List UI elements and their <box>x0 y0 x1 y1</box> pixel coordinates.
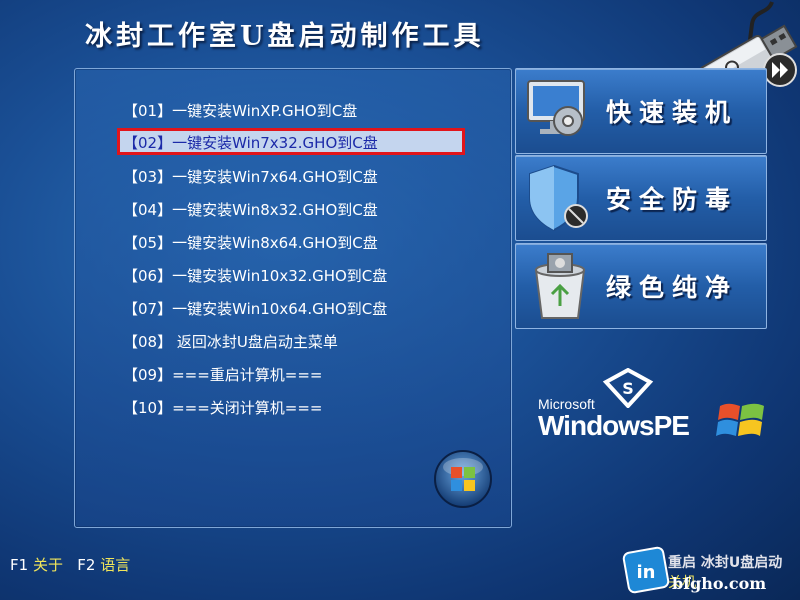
language-hotkey-label[interactable]: 语言 <box>100 556 130 574</box>
restart-label[interactable]: 重启 <box>668 555 696 571</box>
menu-item-08[interactable]: 【08】 返回冰封U盘启动主菜单 <box>123 330 338 354</box>
menu-item-07[interactable]: 【07】一键安装Win10x64.GHO到C盘 <box>123 297 387 321</box>
shield-icon <box>529 164 588 232</box>
antivirus-label: 安全防毒 <box>606 185 739 214</box>
menu-item-05[interactable]: 【05】一键安装Win8x64.GHO到C盘 <box>123 231 378 255</box>
windowspe-logo: S Microsoft WindowsPE <box>538 368 778 458</box>
windowspe-text: WindowsPE <box>538 410 690 441</box>
footer-hotkeys: F1 关于 F2 语言 <box>10 554 130 575</box>
quick-install-button[interactable]: 快速装机 <box>515 68 767 154</box>
watermark-site: bfgho.com <box>672 574 767 593</box>
menu-item-02[interactable]: 【02】一键安装Win7x32.GHO到C盘 <box>119 131 465 155</box>
pe-emblem-icon: S <box>602 368 654 408</box>
boot-menu-panel: 【01】一键安装WinXP.GHO到C盘 【02】一键安装Win7x32.GHO… <box>74 68 512 528</box>
app-title: 冰封工作室U盘启动制作工具 <box>85 21 485 52</box>
about-hotkey-label[interactable]: 关于 <box>33 556 63 574</box>
menu-item-01[interactable]: 【01】一键安装WinXP.GHO到C盘 <box>123 99 357 123</box>
recycle-bin-icon <box>534 253 586 319</box>
menu-item-09[interactable]: 【09】===重启计算机=== <box>123 363 323 387</box>
f2-key: F2 <box>77 556 96 574</box>
antivirus-button[interactable]: 安全防毒 <box>515 155 767 241</box>
computer-gear-icon <box>527 80 585 136</box>
menu-item-03[interactable]: 【03】一键安装Win7x64.GHO到C盘 <box>123 165 378 189</box>
svg-text:in: in <box>637 562 656 583</box>
menu-item-04[interactable]: 【04】一键安装Win8x32.GHO到C盘 <box>123 198 378 222</box>
menu-item-06[interactable]: 【06】一键安装Win10x32.GHO到C盘 <box>123 264 387 288</box>
clean-button[interactable]: 绿色纯净 <box>515 243 767 329</box>
menu-item-10[interactable]: 【10】===关闭计算机=== <box>123 396 323 420</box>
windows-flag-icon <box>716 403 764 436</box>
f1-key: F1 <box>10 556 29 574</box>
windows-orb-icon <box>434 450 492 508</box>
svg-text:S: S <box>622 379 634 398</box>
clean-label: 绿色纯净 <box>606 273 739 302</box>
quick-install-label: 快速装机 <box>606 98 739 127</box>
watermark-brand: 冰封U盘启动 <box>700 555 783 571</box>
